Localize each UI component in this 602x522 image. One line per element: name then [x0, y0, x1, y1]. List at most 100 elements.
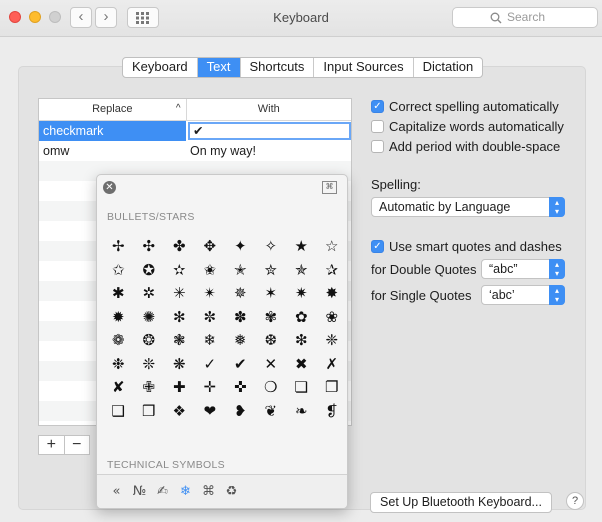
- glyph-cell[interactable]: ✖: [286, 353, 317, 377]
- help-button[interactable]: ?: [566, 492, 584, 510]
- glyph-cell[interactable]: ✬: [195, 259, 226, 283]
- glyph-cell[interactable]: ✭: [225, 259, 256, 283]
- glyph-cell[interactable]: ✯: [286, 259, 317, 283]
- tab-input-sources[interactable]: Input Sources: [314, 58, 414, 77]
- tab-keyboard[interactable]: Keyboard: [123, 58, 198, 77]
- table-row[interactable]: checkmark ✔: [39, 121, 351, 141]
- glyph-cell[interactable]: ❈: [317, 329, 348, 353]
- glyph-cell[interactable]: ❡: [317, 400, 348, 424]
- replace-cell[interactable]: checkmark: [39, 121, 186, 141]
- character-viewer-popover[interactable]: ✕ ⌘ BULLETS/STARS ✢ ✣ ✤ ✥ ✦ ✧ ★ ☆ ✩ ✪ ✫ ✬ ✭ ✮ ✯ ✰ ✱ ✲ ✳ ✴ ✵ ✶…: [96, 174, 348, 509]
- column-header-with[interactable]: With: [187, 99, 351, 120]
- glyph-cell[interactable]: ✗: [317, 353, 348, 377]
- glyph-cell[interactable]: ✺: [134, 306, 165, 330]
- glyph-cell[interactable]: ✥: [195, 235, 226, 259]
- remove-button[interactable]: −: [65, 436, 90, 454]
- glyph-cell[interactable]: ✛: [195, 376, 226, 400]
- glyph-cell[interactable]: ❋: [164, 353, 195, 377]
- glyph-cell[interactable]: ✪: [134, 259, 165, 283]
- double-quotes-popup[interactable]: “abc” ▴ ▾: [481, 259, 565, 279]
- glyph-cell[interactable]: ❏: [286, 376, 317, 400]
- glyph-cell[interactable]: ✓: [195, 353, 226, 377]
- glyph-cell[interactable]: ❁: [103, 329, 134, 353]
- glyph-cell[interactable]: ❧: [286, 400, 317, 424]
- correct-spelling-checkbox[interactable]: ✓ Correct spelling automatically: [371, 99, 559, 114]
- glyph-cell[interactable]: ❦: [256, 400, 287, 424]
- glyph-cell[interactable]: ❐: [317, 376, 348, 400]
- glyph-cell[interactable]: ✴: [195, 282, 226, 306]
- glyph-cell[interactable]: ❆: [256, 329, 287, 353]
- search-field[interactable]: Search: [452, 7, 598, 28]
- glyph-cell[interactable]: ❃: [164, 329, 195, 353]
- glyph-cell[interactable]: ✮: [256, 259, 287, 283]
- glyph-cell[interactable]: ❂: [134, 329, 165, 353]
- writing-hand-icon[interactable]: ✍: [151, 484, 174, 499]
- recycle-icon[interactable]: ♻: [220, 484, 243, 499]
- with-cell[interactable]: On my way!: [186, 141, 351, 161]
- glyph-cell[interactable]: ✕: [256, 353, 287, 377]
- glyph-cell[interactable]: ★: [286, 235, 317, 259]
- setup-bluetooth-keyboard-button[interactable]: Set Up Bluetooth Keyboard...: [370, 492, 552, 513]
- glyph-cell[interactable]: ✫: [164, 259, 195, 283]
- glyph-cell[interactable]: ✽: [225, 306, 256, 330]
- glyph-cell[interactable]: ❍: [256, 376, 287, 400]
- table-row[interactable]: omw On my way!: [39, 141, 351, 161]
- glyph-cell[interactable]: ☆: [317, 235, 348, 259]
- glyph-cell[interactable]: ✷: [286, 282, 317, 306]
- glyph-cell[interactable]: ✧: [256, 235, 287, 259]
- double-chevron-left-icon[interactable]: «: [105, 484, 128, 499]
- glyph-cell[interactable]: ✣: [134, 235, 165, 259]
- command-key-icon[interactable]: ⌘: [197, 484, 220, 499]
- with-cell-editor[interactable]: ✔: [188, 122, 351, 140]
- glyph-cell[interactable]: ❑: [103, 400, 134, 424]
- add-period-checkbox[interactable]: Add period with double-space: [371, 139, 560, 154]
- column-header-replace-label: Replace: [92, 103, 133, 115]
- glyph-cell[interactable]: ✢: [103, 235, 134, 259]
- snowflake-icon[interactable]: ❄: [174, 484, 197, 499]
- glyph-cell[interactable]: ✸: [317, 282, 348, 306]
- glyph-cell[interactable]: ✙: [134, 376, 165, 400]
- glyph-cell[interactable]: ✱: [103, 282, 134, 306]
- glyph-cell[interactable]: ❉: [103, 353, 134, 377]
- numero-sign-icon[interactable]: №: [128, 484, 151, 499]
- add-button[interactable]: +: [39, 436, 65, 454]
- close-icon[interactable]: ✕: [103, 181, 116, 194]
- glyph-cell[interactable]: ✩: [103, 259, 134, 283]
- smart-quotes-checkbox[interactable]: ✓ Use smart quotes and dashes: [371, 239, 562, 254]
- glyph-cell[interactable]: ❖: [164, 400, 195, 424]
- glyph-cell[interactable]: ✶: [256, 282, 287, 306]
- glyph-cell[interactable]: ❥: [225, 400, 256, 424]
- glyph-cell[interactable]: ❀: [317, 306, 348, 330]
- spelling-popup[interactable]: Automatic by Language ▴ ▾: [371, 197, 565, 217]
- glyph-cell[interactable]: ✜: [225, 376, 256, 400]
- glyph-cell[interactable]: ❤: [195, 400, 226, 424]
- glyph-cell[interactable]: ✔: [225, 353, 256, 377]
- glyph-cell[interactable]: ✰: [317, 259, 348, 283]
- glyph-cell[interactable]: ✼: [195, 306, 226, 330]
- tab-shortcuts[interactable]: Shortcuts: [241, 58, 315, 77]
- glyph-cell[interactable]: ❇: [286, 329, 317, 353]
- glyph-cell[interactable]: ✻: [164, 306, 195, 330]
- capitalize-words-checkbox[interactable]: Capitalize words automatically: [371, 119, 564, 134]
- expand-viewer-icon[interactable]: ⌘: [322, 181, 337, 194]
- glyph-cell[interactable]: ✳: [164, 282, 195, 306]
- glyph-cell[interactable]: ✿: [286, 306, 317, 330]
- glyph-cell[interactable]: ❄: [195, 329, 226, 353]
- glyph-cell[interactable]: ✤: [164, 235, 195, 259]
- glyph-cell[interactable]: ✘: [103, 376, 134, 400]
- glyph-cell[interactable]: ❒: [134, 400, 165, 424]
- column-header-replace[interactable]: Replace ^: [39, 99, 187, 120]
- glyph-cell[interactable]: ✹: [103, 306, 134, 330]
- glyph-cell[interactable]: ✚: [164, 376, 195, 400]
- glyph-cell[interactable]: ✲: [134, 282, 165, 306]
- glyph-cell[interactable]: ❊: [134, 353, 165, 377]
- tab-bar: Keyboard Text Shortcuts Input Sources Di…: [122, 57, 484, 78]
- tab-text[interactable]: Text: [197, 58, 241, 77]
- glyph-cell[interactable]: ✦: [225, 235, 256, 259]
- single-quotes-popup[interactable]: ‘abc’ ▴ ▾: [481, 285, 565, 305]
- glyph-cell[interactable]: ✵: [225, 282, 256, 306]
- glyph-cell[interactable]: ❅: [225, 329, 256, 353]
- replace-cell[interactable]: omw: [39, 141, 186, 161]
- glyph-cell[interactable]: ✾: [256, 306, 287, 330]
- tab-dictation[interactable]: Dictation: [414, 58, 483, 77]
